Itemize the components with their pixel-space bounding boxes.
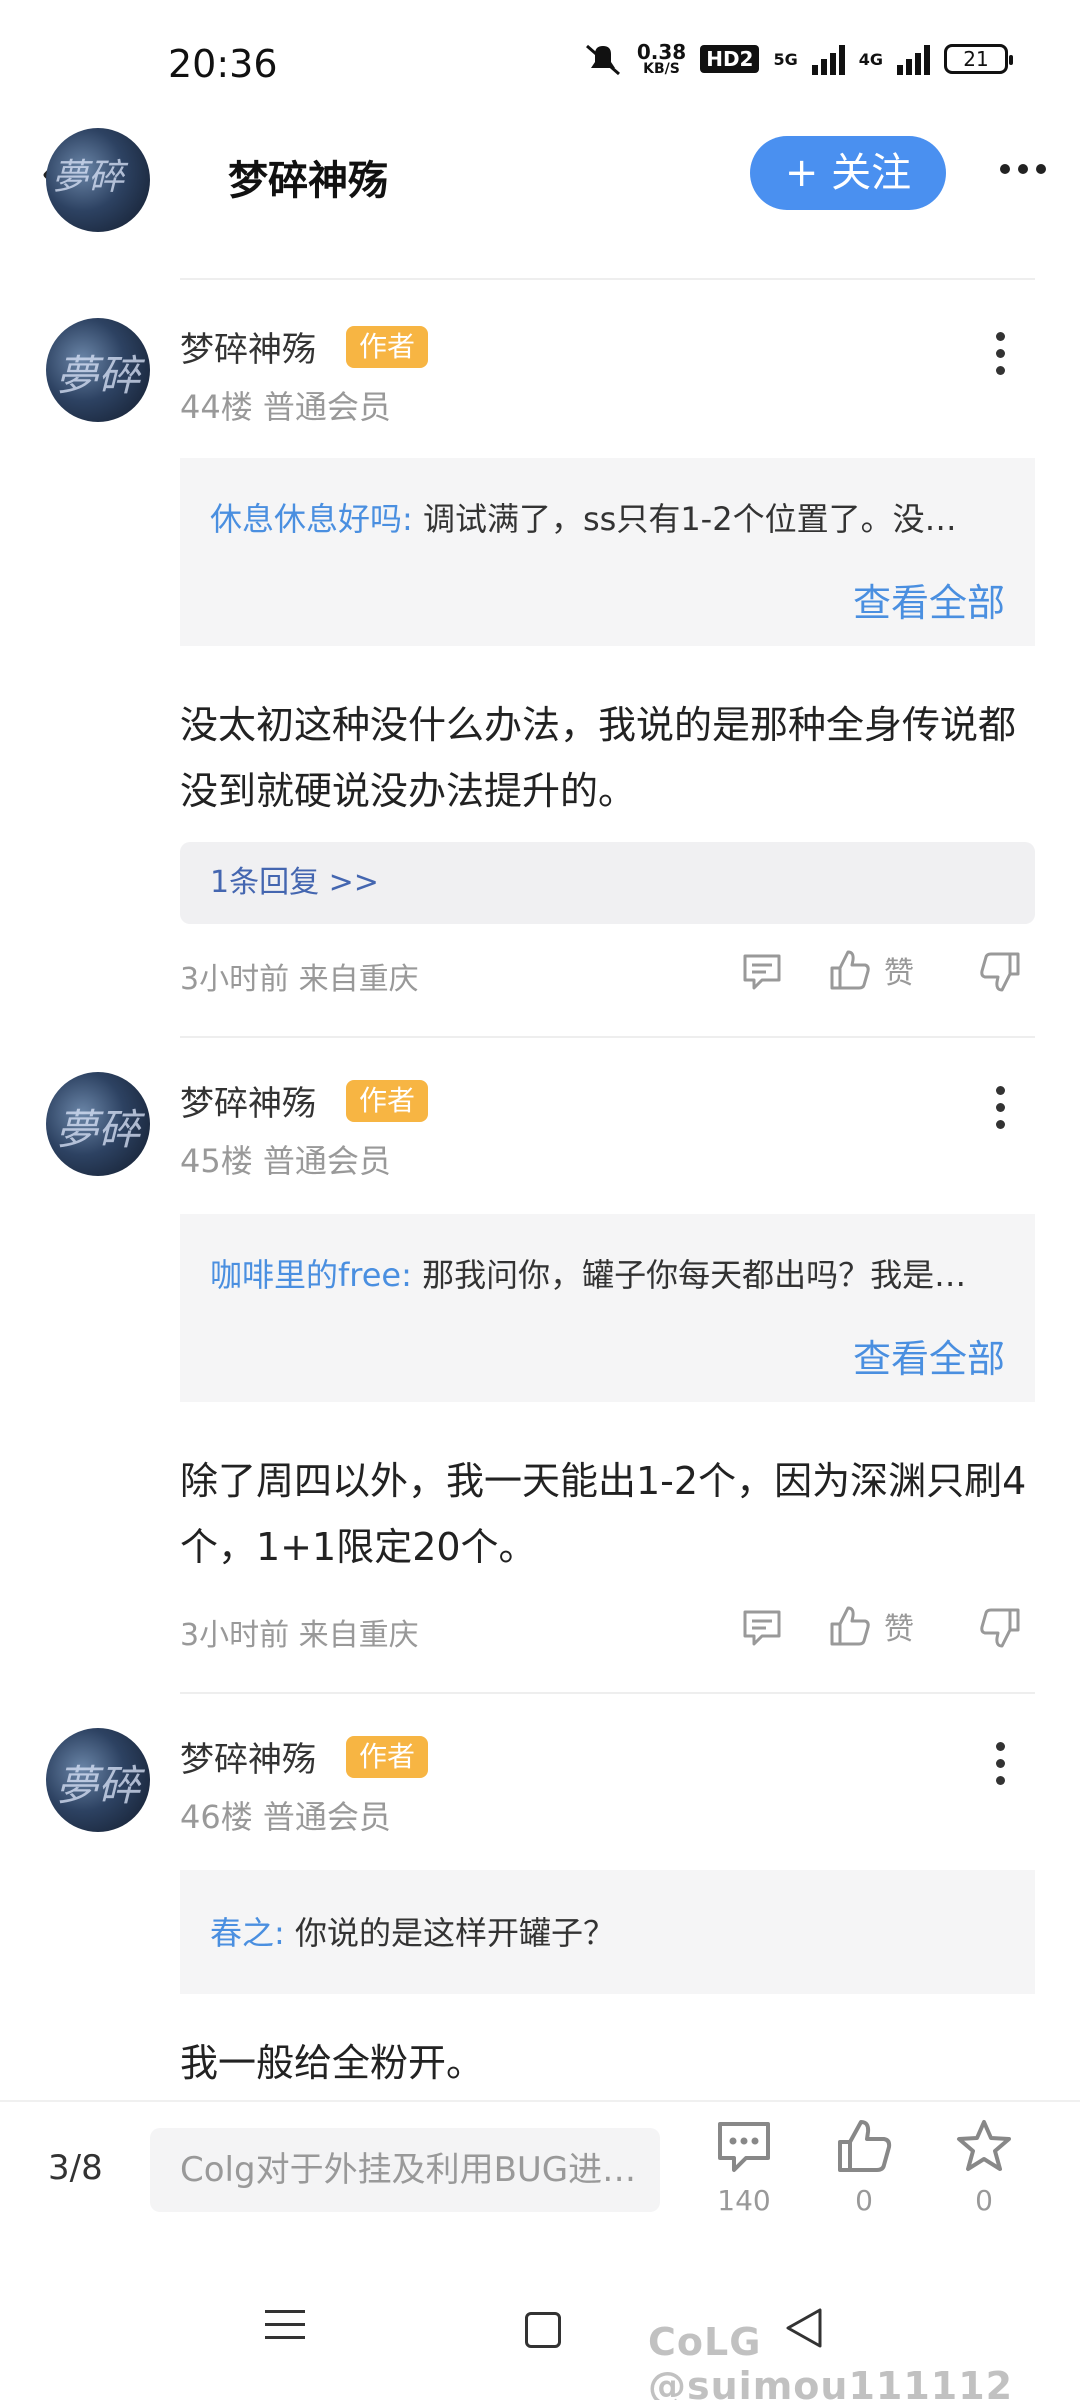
net2-label: 4G [858, 49, 883, 69]
comment-count: 140 [717, 2184, 771, 2217]
replies-link[interactable]: 1条回复 >> [180, 842, 1035, 924]
like-button[interactable]: 0 [814, 2118, 914, 2217]
view-all-link[interactable]: 查看全部 [853, 572, 1005, 627]
avatar[interactable]: 夢碎 [46, 318, 150, 422]
home-icon[interactable] [525, 2312, 561, 2348]
author-badge: 作者 [346, 1736, 428, 1778]
avatar[interactable]: 夢碎 [46, 1728, 150, 1832]
avatar[interactable]: 夢碎 [46, 1072, 150, 1176]
like-button[interactable]: 赞 [828, 948, 914, 992]
quote-box[interactable]: 春之: 你说的是这样开罐子？ [180, 1870, 1035, 1994]
star-icon [957, 2120, 1011, 2171]
quote-box[interactable]: 休息休息好吗: 调试满了，ss只有1-2个位置了。没… 查看全部 [180, 458, 1035, 646]
quote-text: 咖啡里的free: 那我问你，罐子你每天都出吗？我是… [210, 1256, 967, 1294]
thumbs-down-icon[interactable] [978, 950, 1022, 994]
more-icon[interactable] [1000, 164, 1046, 174]
bottom-bar: 3/8 Colg对于外挂及利用BUG进… 140 0 0 [0, 2100, 1080, 2250]
reply-input[interactable]: Colg对于外挂及利用BUG进… [150, 2128, 660, 2212]
floor-meta: 44楼 普通会员 [180, 388, 391, 426]
page-title: 梦碎神殇 [228, 158, 388, 204]
status-time: 20:36 [168, 42, 278, 86]
status-icons: 0.38 KB/S HD2 5G 4G 21 [583, 40, 1013, 77]
author-badge: 作者 [346, 1080, 428, 1122]
status-bar: 20:36 0.38 KB/S HD2 5G 4G 21 [0, 0, 1080, 120]
divider [180, 1036, 1035, 1038]
username[interactable]: 梦碎神殇 [180, 1076, 316, 1125]
floor-meta: 46楼 普通会员 [180, 1798, 391, 1836]
signal-icon-2 [897, 43, 930, 75]
hd-icon: HD2 [700, 45, 760, 73]
watermark: CoLG @suimou111112 [648, 2320, 1014, 2400]
menu-icon[interactable] [265, 2310, 305, 2349]
like-count: 0 [855, 2184, 873, 2217]
divider [180, 278, 1035, 280]
username[interactable]: 梦碎神殇 [180, 322, 316, 371]
time-location: 3小时前 来自重庆 [180, 962, 419, 997]
thumbs-up-icon [838, 2120, 892, 2172]
quote-author[interactable]: 春之: [210, 1914, 285, 1952]
quote-text: 休息休息好吗: 调试满了，ss只有1-2个位置了。没… [210, 500, 957, 538]
view-all-link[interactable]: 查看全部 [853, 1328, 1005, 1383]
quote-text: 春之: 你说的是这样开罐子？ [210, 1914, 615, 1952]
post-more-icon[interactable] [990, 332, 1010, 375]
username[interactable]: 梦碎神殇 [180, 1732, 316, 1781]
post-content: 除了周四以外，我一天能出1-2个，因为深渊只刷4个，1+1限定20个。 [180, 1459, 1027, 1569]
quote-author[interactable]: 咖啡里的free: [210, 1256, 412, 1294]
thumbs-down-icon[interactable] [978, 1606, 1022, 1650]
divider [180, 1692, 1035, 1694]
like-button[interactable]: 赞 [828, 1604, 914, 1648]
quote-author[interactable]: 休息休息好吗: [210, 500, 413, 538]
floor-meta: 45楼 普通会员 [180, 1142, 391, 1180]
signal-icon [811, 43, 845, 75]
mute-icon [585, 44, 620, 76]
post-content: 我一般给全粉开。 [180, 2041, 485, 2085]
comment-icon [718, 2122, 770, 2172]
comment-icon[interactable] [740, 950, 784, 994]
header: 夢碎 梦碎神殇 + 关注 [0, 120, 1080, 232]
time-location: 3小时前 来自重庆 [180, 1618, 419, 1653]
follow-button[interactable]: + 关注 [750, 136, 946, 210]
net1-label: 5G [773, 49, 798, 69]
favorite-button[interactable]: 0 [934, 2118, 1034, 2217]
thumbs-up-icon [830, 950, 870, 990]
comment-icon[interactable] [740, 1606, 784, 1650]
battery-icon: 21 [944, 44, 1013, 74]
quote-box[interactable]: 咖啡里的free: 那我问你，罐子你每天都出吗？我是… 查看全部 [180, 1214, 1035, 1402]
thumbs-up-icon [830, 1606, 870, 1646]
post-more-icon[interactable] [990, 1086, 1010, 1129]
post-content: 没太初这种没什么办法，我说的是那种全身传说都没到就硬说没办法提升的。 [180, 703, 1017, 813]
favorite-count: 0 [975, 2184, 993, 2217]
post-more-icon[interactable] [990, 1742, 1010, 1785]
comments-button[interactable]: 140 [694, 2118, 794, 2217]
author-badge: 作者 [346, 326, 428, 368]
page-indicator[interactable]: 3/8 [48, 2148, 103, 2188]
header-avatar[interactable]: 夢碎 [46, 128, 150, 232]
nav-bar: CoLG @suimou111112 [0, 2260, 1080, 2400]
net-speed: 0.38 KB/S [636, 40, 687, 77]
